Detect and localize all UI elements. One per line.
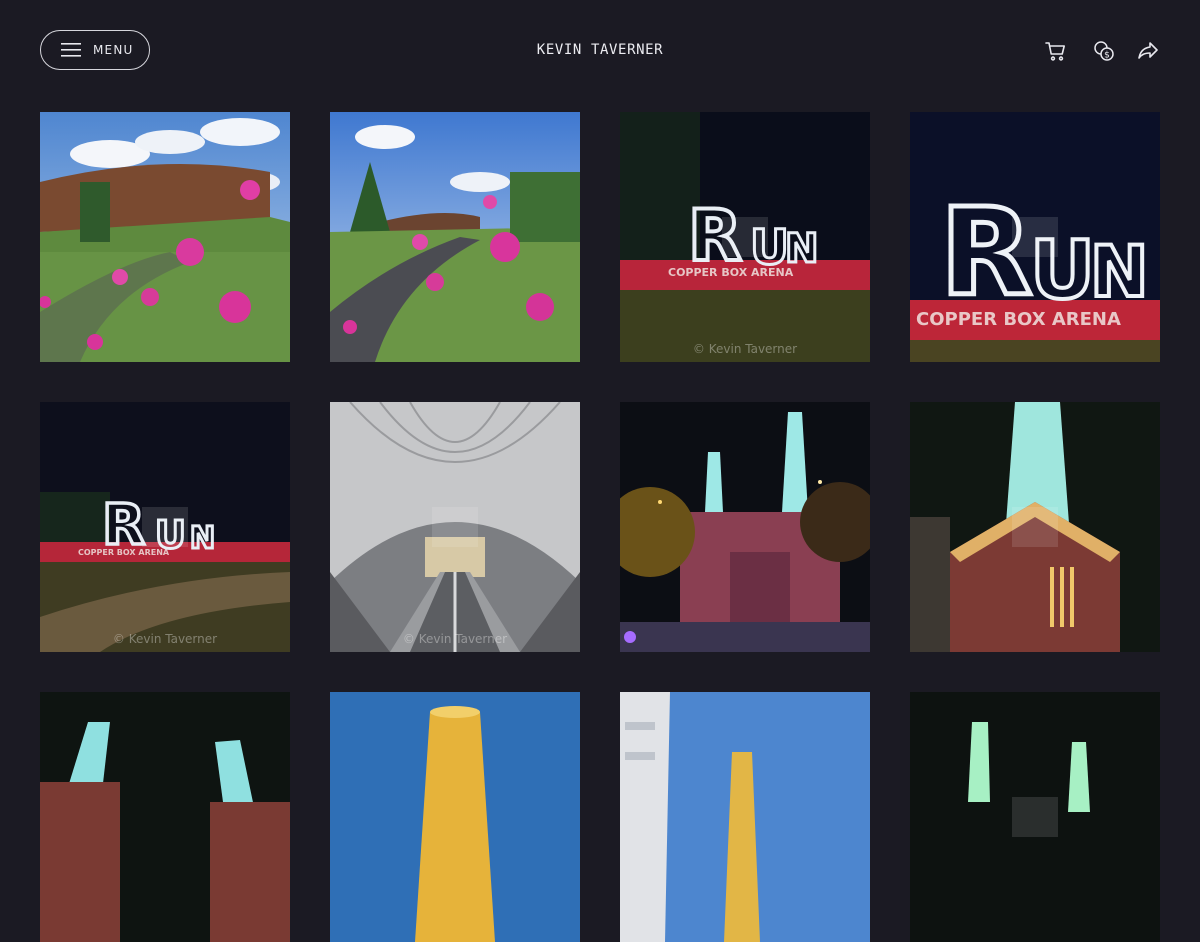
currency-icon: $ [1094,41,1114,61]
photo-two-chimneys-night [40,692,290,942]
photo-grid: COPPER BOX ARENA R U N © Kevin Taverner … [40,112,1160,942]
photo-tile[interactable] [330,692,580,942]
currency-button[interactable]: $ [1091,38,1117,64]
cart-icon [1045,42,1065,61]
share-icon [1138,42,1158,59]
photo-tile[interactable]: COPPER BOX ARENA R U N © Kevin Taverner [620,112,870,362]
watermark-box [1012,217,1058,257]
photo-tile[interactable]: COPPER BOX ARENA R U N [910,112,1160,362]
svg-text:$: $ [1104,51,1110,61]
svg-text:N: N [785,226,818,272]
photo-tile[interactable]: COPPER BOX ARENA R U N © Kevin Taverner [40,402,290,652]
photo-tile[interactable] [910,402,1160,652]
watermark-text: © Kevin Taverner [112,632,218,646]
watermark-box [722,217,768,257]
svg-text:N: N [1090,231,1149,313]
watermark-box [1012,507,1058,547]
photo-tile[interactable]: © Kevin Taverner [330,402,580,652]
site-title[interactable]: KEVIN TAVERNER [0,42,1200,58]
photo-tile[interactable] [330,112,580,362]
cart-button[interactable] [1043,38,1069,64]
svg-text:R: R [102,493,145,558]
watermark-box [1012,797,1058,837]
photo-tile[interactable] [620,692,870,942]
photo-building-chimney [620,692,870,942]
photo-tile[interactable] [910,692,1160,942]
photo-velodrome-path [330,112,580,362]
watermark-box [142,507,188,547]
photo-yellow-chimney-day [330,692,580,942]
photo-power-station-night [620,402,870,652]
watermark-text: © Kevin Taverner [402,632,508,646]
photo-tile[interactable] [620,402,870,652]
photo-velodrome-flowers [40,112,290,362]
photo-tile[interactable] [40,112,290,362]
svg-text:N: N [190,521,215,556]
photo-tile[interactable] [40,692,290,942]
share-button[interactable] [1135,38,1161,64]
watermark-text: © Kevin Taverner [692,342,798,356]
watermark-box [432,507,478,547]
